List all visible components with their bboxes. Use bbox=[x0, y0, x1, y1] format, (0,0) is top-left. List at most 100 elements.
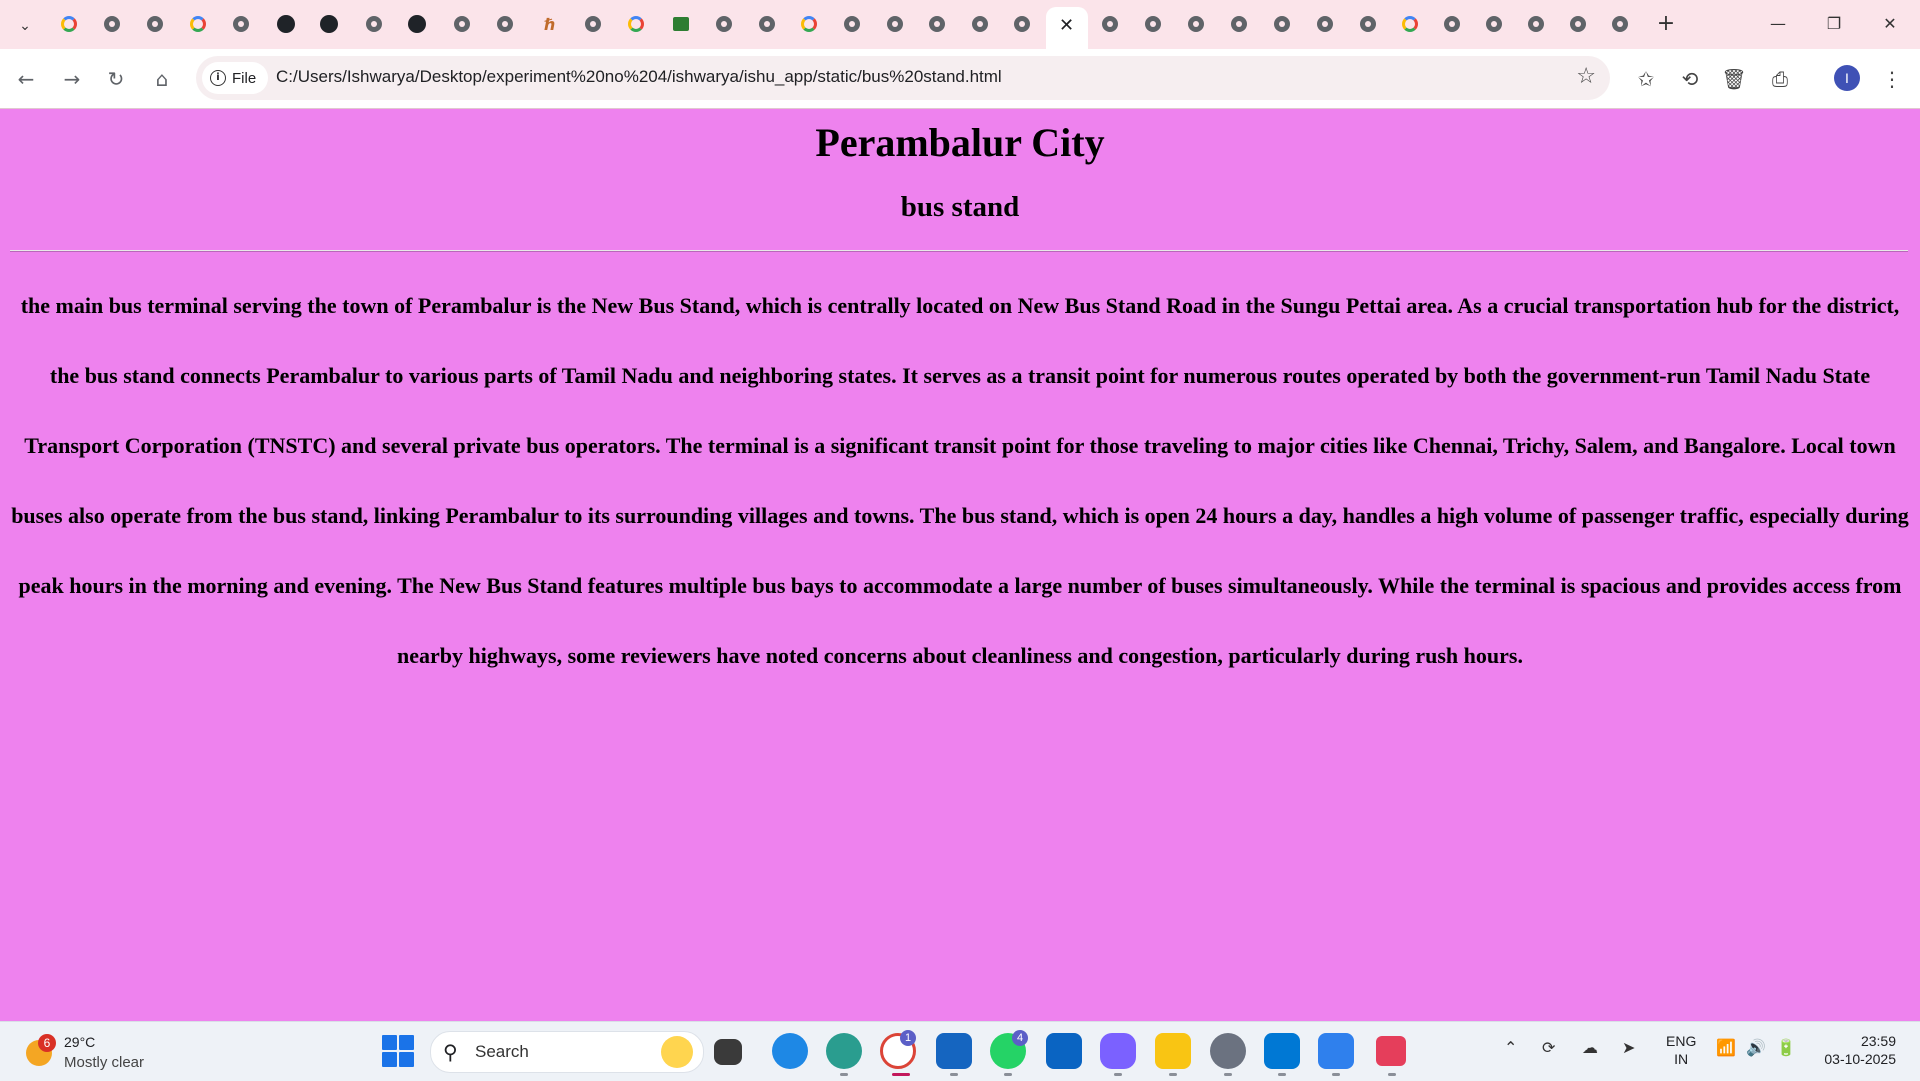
copilot-icon[interactable] bbox=[1100, 1033, 1136, 1069]
globe-icon bbox=[147, 16, 163, 32]
tab-image[interactable] bbox=[669, 12, 693, 36]
send-icon[interactable]: ➤ bbox=[1622, 1038, 1635, 1057]
tab-globe[interactable] bbox=[840, 12, 864, 36]
globe-icon bbox=[1014, 16, 1030, 32]
globe-icon bbox=[1528, 16, 1544, 32]
tab-globe[interactable] bbox=[1270, 12, 1294, 36]
tab-globe[interactable] bbox=[1608, 12, 1632, 36]
globe-icon bbox=[1188, 16, 1204, 32]
tab-globe[interactable] bbox=[1524, 12, 1548, 36]
restore-button[interactable]: ❐ bbox=[1814, 8, 1854, 40]
language-code: ENG bbox=[1666, 1033, 1697, 1049]
globe-icon bbox=[844, 16, 860, 32]
show-hidden-icons-icon[interactable]: ⌃ bbox=[1504, 1038, 1517, 1057]
url-text[interactable]: C:/Users/Ishwarya/Desktop/experiment%20n… bbox=[276, 67, 1002, 87]
site-logo-icon: ℏ bbox=[544, 14, 556, 34]
tab-globe[interactable] bbox=[1482, 12, 1506, 36]
tab-google[interactable] bbox=[1398, 12, 1422, 36]
close-window-button[interactable]: ✕ bbox=[1870, 8, 1910, 40]
tab-globe[interactable] bbox=[229, 12, 253, 36]
battery-icon[interactable]: 🔋 bbox=[1776, 1038, 1796, 1057]
task-view-icon[interactable] bbox=[714, 1039, 742, 1065]
outlook-icon[interactable] bbox=[1046, 1033, 1082, 1069]
edge-icon[interactable] bbox=[826, 1033, 862, 1069]
tab-globe[interactable] bbox=[493, 12, 517, 36]
taskbar-search[interactable]: ⚲ Search bbox=[430, 1031, 704, 1073]
tab-globe[interactable] bbox=[968, 12, 992, 36]
photos-icon[interactable] bbox=[1318, 1033, 1354, 1069]
tab-globe[interactable] bbox=[1098, 12, 1122, 36]
vscode-icon[interactable] bbox=[1264, 1033, 1300, 1069]
search-highlight-icon bbox=[661, 1036, 693, 1068]
onedrive-icon[interactable]: ☁ bbox=[1582, 1038, 1598, 1057]
store-icon[interactable] bbox=[936, 1033, 972, 1069]
history-icon[interactable]: ⟲ bbox=[1674, 63, 1706, 95]
new-tab-button[interactable]: + bbox=[1652, 10, 1680, 38]
bookmark-star-icon[interactable]: ☆ bbox=[1576, 64, 1596, 89]
tab-search-chevron-icon[interactable]: ⌄ bbox=[10, 10, 40, 40]
tab-globe[interactable] bbox=[143, 12, 167, 36]
wifi-icon[interactable]: 📶 bbox=[1716, 1038, 1736, 1057]
site-info-chip[interactable]: i File bbox=[202, 62, 269, 94]
clock[interactable]: 23:59 03-10-2025 bbox=[1816, 1032, 1896, 1068]
file-explorer-icon[interactable] bbox=[1155, 1033, 1191, 1069]
home-button[interactable]: ⌂ bbox=[146, 63, 178, 95]
reload-button[interactable]: ↻ bbox=[100, 63, 132, 95]
back-button[interactable]: ← bbox=[10, 63, 42, 95]
minimize-button[interactable]: — bbox=[1758, 8, 1798, 40]
globe-icon bbox=[1274, 16, 1290, 32]
tab-globe[interactable] bbox=[1184, 12, 1208, 36]
clock-date: 03-10-2025 bbox=[1824, 1051, 1896, 1067]
tab-globe[interactable] bbox=[755, 12, 779, 36]
tab-globe[interactable] bbox=[1141, 12, 1165, 36]
tab-globe[interactable] bbox=[1356, 12, 1380, 36]
tab-google[interactable] bbox=[57, 12, 81, 36]
tab-globe[interactable] bbox=[712, 12, 736, 36]
tab-globe[interactable] bbox=[450, 12, 474, 36]
active-tab[interactable]: ✕ bbox=[1046, 7, 1088, 49]
tab-github[interactable] bbox=[405, 12, 429, 36]
tab-globe[interactable] bbox=[883, 12, 907, 36]
weather-widget[interactable]: 6 29°C Mostly clear bbox=[22, 1032, 222, 1074]
tab-github[interactable] bbox=[317, 12, 341, 36]
image-icon bbox=[673, 17, 689, 31]
profile-avatar[interactable]: I bbox=[1834, 65, 1860, 91]
google-icon bbox=[190, 16, 206, 32]
menu-icon[interactable]: ⋮ bbox=[1876, 63, 1908, 95]
globe-icon bbox=[104, 16, 120, 32]
region-code: IN bbox=[1674, 1051, 1689, 1067]
favorites-icon[interactable]: ✩ bbox=[1630, 63, 1662, 95]
print-icon[interactable]: ⎙ bbox=[1764, 63, 1796, 95]
tab-github[interactable] bbox=[274, 12, 298, 36]
running-indicator bbox=[840, 1073, 848, 1076]
address-bar[interactable]: i File C:/Users/Ishwarya/Desktop/experim… bbox=[196, 56, 1610, 100]
settings-icon[interactable] bbox=[1210, 1033, 1246, 1069]
running-indicator bbox=[1114, 1073, 1122, 1076]
sync-icon[interactable]: ⟳ bbox=[1542, 1038, 1555, 1057]
tab-globe[interactable] bbox=[1313, 12, 1337, 36]
tab-globe[interactable] bbox=[1440, 12, 1464, 36]
tab-google[interactable] bbox=[797, 12, 821, 36]
tab-globe[interactable] bbox=[1566, 12, 1590, 36]
forward-button[interactable]: → bbox=[56, 63, 88, 95]
tab-globe[interactable] bbox=[100, 12, 124, 36]
language-indicator[interactable]: ENG IN bbox=[1666, 1032, 1696, 1068]
start-button[interactable] bbox=[382, 1035, 414, 1067]
help-icon[interactable] bbox=[772, 1033, 808, 1069]
close-tab-icon[interactable]: ✕ bbox=[1059, 15, 1074, 36]
tab-site[interactable]: ℏ bbox=[538, 12, 562, 36]
tab-globe[interactable] bbox=[362, 12, 386, 36]
tab-globe[interactable] bbox=[1010, 12, 1034, 36]
globe-icon bbox=[929, 16, 945, 32]
tab-globe[interactable] bbox=[925, 12, 949, 36]
tab-globe[interactable] bbox=[1227, 12, 1251, 36]
tab-google[interactable] bbox=[186, 12, 210, 36]
tab-google[interactable] bbox=[624, 12, 648, 36]
tab-globe[interactable] bbox=[581, 12, 605, 36]
volume-icon[interactable]: 🔊 bbox=[1746, 1038, 1766, 1057]
google-icon bbox=[801, 16, 817, 32]
delete-icon[interactable]: 🗑 bbox=[1718, 63, 1750, 95]
google-icon bbox=[628, 16, 644, 32]
snipping-tool-icon[interactable] bbox=[1376, 1036, 1406, 1066]
running-indicator bbox=[950, 1073, 958, 1076]
